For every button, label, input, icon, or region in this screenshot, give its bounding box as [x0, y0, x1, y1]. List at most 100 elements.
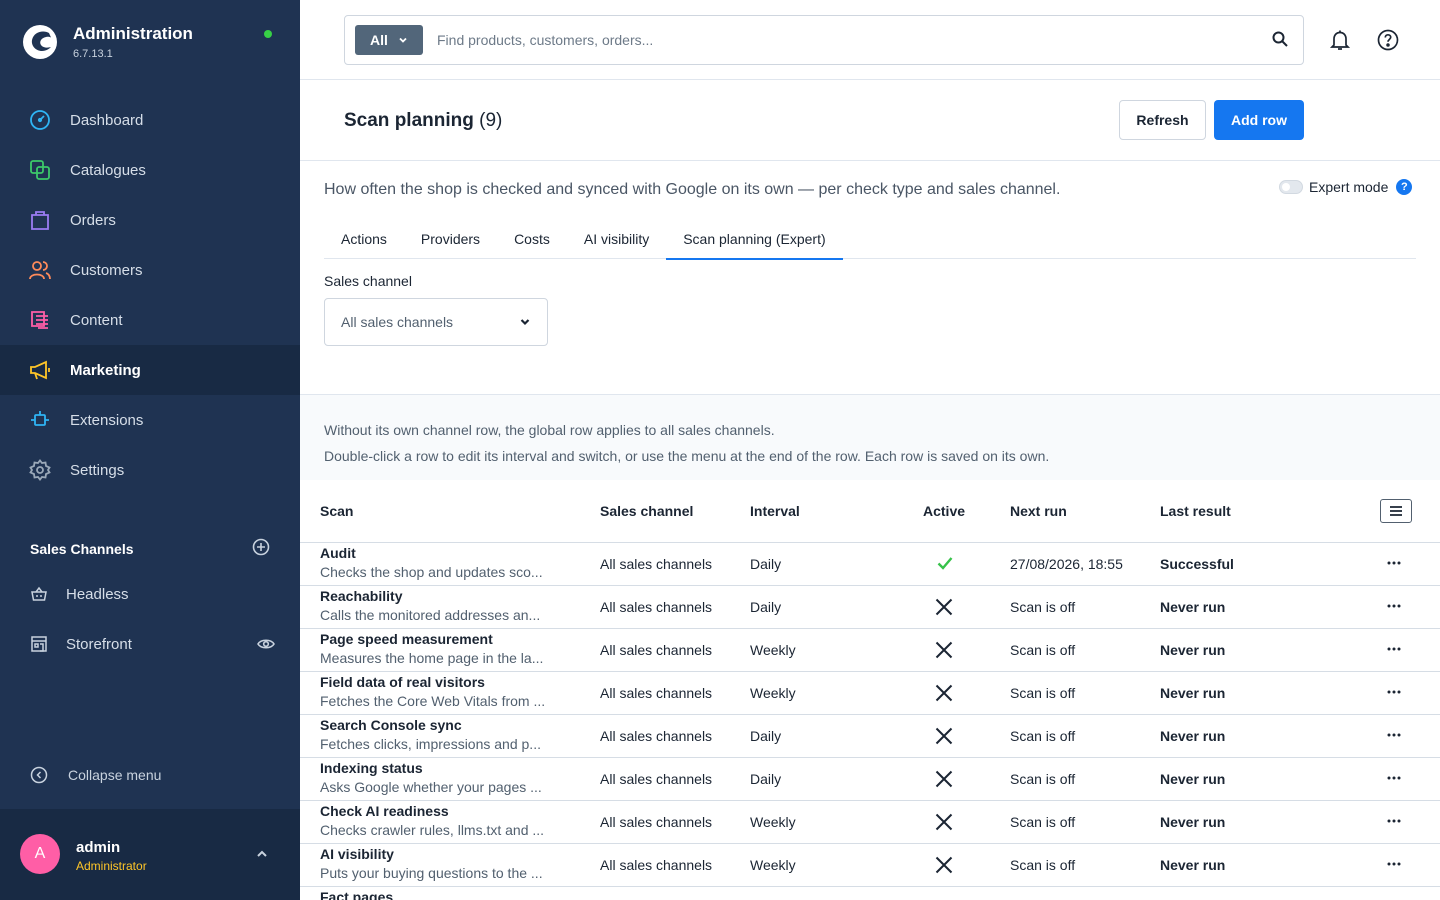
interval-cell: Weekly — [750, 642, 796, 658]
last-result-cell: Never run — [1160, 857, 1226, 873]
page-header: Scan planning (9) Refresh Add row — [300, 80, 1440, 161]
collapse-menu-label: Collapse menu — [68, 767, 162, 783]
tab-actions[interactable]: Actions — [324, 219, 404, 259]
nav-item-extensions[interactable]: Extensions — [0, 395, 300, 445]
nav-item-settings[interactable]: Settings — [0, 445, 300, 495]
table-row[interactable]: AI visibility Puts your buying questions … — [300, 844, 1440, 887]
search-input[interactable] — [437, 25, 1237, 55]
nav-item-orders[interactable]: Orders — [0, 195, 300, 245]
scan-description: Puts your buying questions to the ... — [320, 865, 543, 881]
scan-table: Scan Sales channel Interval Active Next … — [300, 480, 1440, 900]
column-header-active[interactable]: Active — [923, 503, 965, 519]
catalogue-icon — [28, 158, 52, 182]
sales-channel-cell: All sales channels — [600, 556, 713, 572]
sales-channel-cell: All sales channels — [600, 771, 713, 787]
collapse-menu-button[interactable]: Collapse menu — [30, 766, 161, 784]
table-row[interactable]: Reachability Calls the monitored addresse… — [300, 586, 1440, 629]
table-row[interactable]: Search Console sync Fetches clicks, impre… — [300, 715, 1440, 758]
table-row[interactable]: Indexing status Asks Google whether your … — [300, 758, 1440, 801]
row-menu-icon[interactable] — [1386, 727, 1402, 743]
eye-icon[interactable] — [257, 635, 275, 653]
nav-label: Marketing — [70, 361, 141, 379]
table-row[interactable]: Audit Checks the shop and updates sco... A… — [300, 543, 1440, 586]
last-result-cell: Never run — [1160, 599, 1226, 615]
table-row[interactable]: Check AI readiness Checks crawler rules, … — [300, 801, 1440, 844]
expert-help-icon[interactable]: ? — [1396, 179, 1413, 195]
tab-ai-visibility[interactable]: AI visibility — [567, 219, 666, 259]
nav-item-content[interactable]: Content — [0, 295, 300, 345]
row-menu-icon[interactable] — [1386, 770, 1402, 786]
tab-costs[interactable]: Costs — [497, 219, 567, 259]
scan-description: Asks Google whether your pages ... — [320, 779, 542, 795]
tab-bar: Actions Providers Costs AI visibility Sc… — [324, 219, 1416, 260]
search-scope-dropdown[interactable]: All — [355, 25, 423, 55]
chevron-down-icon — [520, 319, 530, 326]
help-icon[interactable] — [1376, 28, 1400, 52]
nav-item-marketing[interactable]: Marketing — [0, 345, 300, 395]
scan-name: AI visibility — [320, 846, 394, 862]
last-result-cell: Successful — [1160, 556, 1234, 572]
interval-cell: Weekly — [750, 857, 796, 873]
sales-channel-select[interactable]: All sales channels — [324, 298, 548, 346]
search-icon[interactable] — [1271, 30, 1289, 48]
row-menu-icon[interactable] — [1386, 856, 1402, 872]
nav-label: Dashboard — [70, 111, 144, 129]
tab-scan-planning[interactable]: Scan planning (Expert) — [666, 219, 844, 260]
extensions-icon — [28, 408, 52, 432]
column-header-channel[interactable]: Sales channel — [600, 503, 693, 519]
last-result-cell: Never run — [1160, 642, 1226, 658]
x-icon — [934, 812, 954, 832]
storefront-icon — [30, 635, 48, 653]
interval-cell: Weekly — [750, 685, 796, 701]
x-icon — [934, 597, 954, 617]
column-header-next-run[interactable]: Next run — [1010, 503, 1067, 519]
table-row[interactable]: Fact pages — [300, 887, 1440, 900]
brand[interactable]: Administration 6.7.13.1 — [22, 24, 193, 60]
table-row[interactable]: Field data of real visitors Fetches the C… — [300, 672, 1440, 715]
add-row-button[interactable]: Add row — [1214, 100, 1304, 140]
column-header-last-result[interactable]: Last result — [1160, 503, 1231, 519]
chevron-up-icon[interactable] — [255, 847, 269, 861]
table-row[interactable]: Page speed measurement Measures the home … — [300, 629, 1440, 672]
row-menu-icon[interactable] — [1386, 813, 1402, 829]
nav-item-catalogues[interactable]: Catalogues — [0, 145, 300, 195]
row-menu-icon[interactable] — [1386, 598, 1402, 614]
page-title: Scan planning (9) — [344, 110, 502, 132]
tab-providers[interactable]: Providers — [404, 219, 497, 259]
user-panel[interactable]: A admin Administrator — [0, 809, 300, 900]
row-menu-icon[interactable] — [1386, 641, 1402, 657]
interval-cell: Weekly — [750, 814, 796, 830]
interval-cell: Daily — [750, 728, 782, 744]
refresh-button[interactable]: Refresh — [1119, 100, 1206, 140]
table-body: Audit Checks the shop and updates sco... A… — [300, 543, 1440, 900]
top-bar: All — [300, 0, 1440, 80]
nav-item-customers[interactable]: Customers — [0, 245, 300, 295]
list-icon — [1390, 506, 1402, 516]
nav-label: Customers — [70, 261, 143, 279]
column-header-interval[interactable]: Interval — [750, 503, 800, 519]
content-icon — [28, 308, 52, 332]
sales-channel-storefront[interactable]: Storefront — [30, 635, 275, 653]
toggle-switch[interactable] — [1279, 180, 1303, 194]
info-box: Without its own channel row, the global … — [300, 395, 1440, 480]
content-card: How often the shop is checked and synced… — [300, 161, 1440, 395]
interval-cell: Daily — [750, 599, 782, 615]
interval-cell: Daily — [750, 771, 782, 787]
last-result-cell: Never run — [1160, 685, 1226, 701]
sales-channel-headless[interactable]: Headless — [30, 585, 275, 603]
column-header-scan[interactable]: Scan — [320, 503, 353, 519]
settings-icon — [28, 458, 52, 482]
row-menu-icon[interactable] — [1386, 684, 1402, 700]
expert-mode-toggle[interactable]: Expert mode ? — [1279, 179, 1413, 195]
row-menu-icon[interactable] — [1386, 555, 1402, 571]
sales-channels-heading: Sales Channels — [30, 538, 270, 559]
x-icon — [934, 769, 954, 789]
sales-channel-cell: All sales channels — [600, 685, 713, 701]
add-sales-channel-icon[interactable] — [252, 538, 270, 559]
nav-label: Content — [70, 311, 123, 329]
column-settings-button[interactable] — [1380, 499, 1412, 523]
chevron-left-circle-icon — [30, 766, 48, 784]
nav-item-dashboard[interactable]: Dashboard — [0, 95, 300, 145]
bell-icon[interactable] — [1328, 28, 1352, 52]
scan-name: Fact pages — [320, 889, 394, 900]
